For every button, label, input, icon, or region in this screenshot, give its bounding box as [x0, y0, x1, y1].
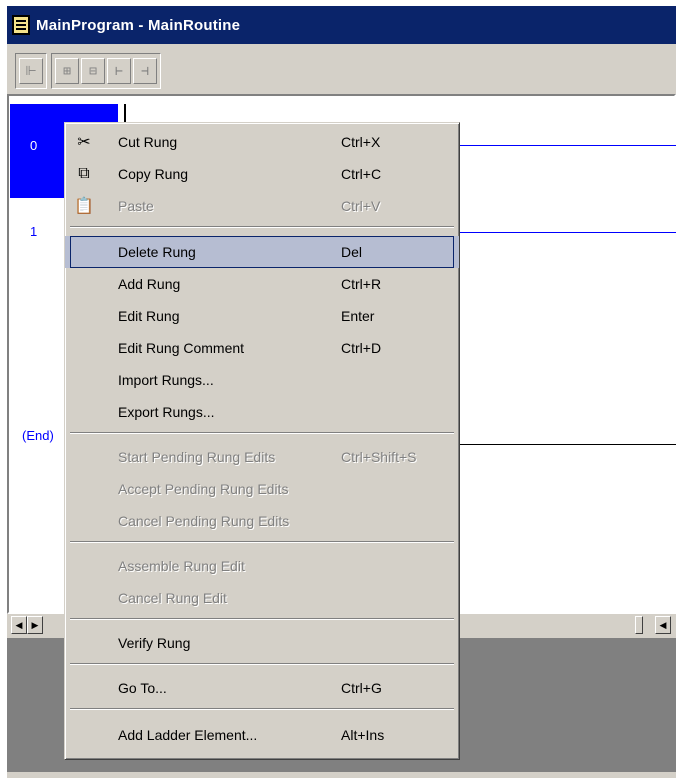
menu-separator: [70, 618, 454, 620]
menu-item-delete-rung[interactable]: Delete Rung Del: [65, 236, 459, 268]
rung-number-1[interactable]: 1: [30, 224, 37, 239]
toolbar-group-rung: ⊩: [15, 53, 47, 89]
rung-number-0[interactable]: 0: [30, 138, 37, 153]
scroll-right-icon[interactable]: ▶: [27, 616, 43, 634]
menu-item-assemble-rung-edit[interactable]: Assemble Rung Edit: [65, 550, 459, 582]
menu-item-export-rungs[interactable]: Export Rungs...: [65, 396, 459, 428]
menu-item-label: Import Rungs...: [118, 372, 214, 388]
scissors-icon: ✂: [77, 134, 91, 151]
menu-item-label: Cut Rung: [118, 134, 178, 150]
branch-level-icon[interactable]: ⊟: [81, 58, 105, 84]
menu-item-label: Edit Rung: [118, 308, 180, 324]
menu-item-shortcut: Ctrl+V: [341, 198, 381, 214]
rung-context-menu: ✂ Cut Rung Ctrl+X ⧉ Copy Rung Ctrl+C 📋 P…: [64, 122, 460, 760]
menu-item-copy-rung[interactable]: ⧉ Copy Rung Ctrl+C: [65, 158, 459, 190]
menu-item-edit-rung[interactable]: Edit Rung Enter: [65, 300, 459, 332]
menu-item-shortcut: Alt+Ins: [341, 727, 385, 743]
menu-item-edit-rung-comment[interactable]: Edit Rung Comment Ctrl+D: [65, 332, 459, 364]
menu-item-add-ladder-element[interactable]: Add Ladder Element... Alt+Ins: [65, 719, 459, 751]
title-bar[interactable]: MainProgram - MainRoutine: [7, 6, 676, 44]
menu-item-label: Add Ladder Element...: [118, 727, 258, 743]
menu-item-label: Delete Rung: [118, 244, 196, 260]
split-handle[interactable]: [635, 616, 643, 634]
xio-icon[interactable]: ⊣: [133, 58, 157, 84]
menu-item-paste[interactable]: 📋 Paste Ctrl+V: [65, 190, 459, 222]
menu-item-label: Verify Rung: [118, 635, 191, 651]
menu-item-shortcut: Ctrl+Shift+S: [341, 449, 417, 465]
menu-item-label: Export Rungs...: [118, 404, 215, 420]
menu-item-verify-rung[interactable]: Verify Rung: [65, 627, 459, 659]
menu-item-label: Go To...: [118, 680, 167, 696]
xic-icon[interactable]: ⊢: [107, 58, 131, 84]
end-rung-wire: [460, 444, 676, 445]
menu-item-cancel-rung-edit[interactable]: Cancel Rung Edit: [65, 582, 459, 614]
menu-separator: [70, 708, 454, 710]
window-title: MainProgram - MainRoutine: [36, 16, 241, 34]
menu-item-start-pending-rung-edits[interactable]: Start Pending Rung Edits Ctrl+Shift+S: [65, 441, 459, 473]
menu-item-label: Add Rung: [118, 276, 181, 292]
menu-separator: [70, 541, 454, 543]
scroll-left-icon[interactable]: ◀: [11, 616, 27, 634]
menu-item-label: Copy Rung: [118, 166, 189, 182]
menu-separator: [70, 663, 454, 665]
menu-item-label: Cancel Rung Edit: [118, 590, 227, 606]
menu-item-cancel-pending-rung-edits[interactable]: Cancel Pending Rung Edits: [65, 505, 459, 537]
menu-item-import-rungs[interactable]: Import Rungs...: [65, 364, 459, 396]
menu-item-shortcut: Enter: [341, 308, 375, 324]
rung-1-wire: [460, 232, 676, 233]
end-label: (End): [22, 428, 54, 443]
rung-icon[interactable]: ⊩: [19, 58, 43, 84]
menu-item-label: Accept Pending Rung Edits: [118, 481, 289, 497]
menu-item-label: Cancel Pending Rung Edits: [118, 513, 290, 529]
menu-item-shortcut: Ctrl+C: [341, 166, 382, 182]
menu-item-label: Assemble Rung Edit: [118, 558, 245, 574]
menu-item-shortcut: Ctrl+X: [341, 134, 381, 150]
scroll-left-icon[interactable]: ◀: [655, 616, 671, 634]
menu-item-shortcut: Ctrl+D: [341, 340, 382, 356]
menu-separator: [70, 226, 454, 228]
branch-icon[interactable]: ⊞: [55, 58, 79, 84]
copy-icon: ⧉: [78, 165, 90, 182]
ladder-routine-icon: [12, 15, 30, 35]
menu-item-shortcut: Ctrl+R: [341, 276, 382, 292]
menu-item-go-to[interactable]: Go To... Ctrl+G: [65, 672, 459, 704]
menu-item-cut-rung[interactable]: ✂ Cut Rung Ctrl+X: [65, 126, 459, 158]
menu-item-label: Start Pending Rung Edits: [118, 449, 276, 465]
menu-separator: [70, 432, 454, 434]
clipboard-icon: 📋: [74, 198, 94, 215]
ladder-toolbar: ⊩ ⊞ ⊟ ⊢ ⊣: [7, 44, 676, 100]
menu-item-shortcut: Del: [341, 244, 363, 260]
menu-item-shortcut: Ctrl+G: [341, 680, 382, 696]
menu-item-accept-pending-rung-edits[interactable]: Accept Pending Rung Edits: [65, 473, 459, 505]
menu-item-add-rung[interactable]: Add Rung Ctrl+R: [65, 268, 459, 300]
rung-0-wire: [460, 145, 676, 146]
menu-item-label: Paste: [118, 198, 154, 214]
menu-item-label: Edit Rung Comment: [118, 340, 245, 356]
toolbar-group-elements: ⊞ ⊟ ⊢ ⊣: [51, 53, 161, 89]
